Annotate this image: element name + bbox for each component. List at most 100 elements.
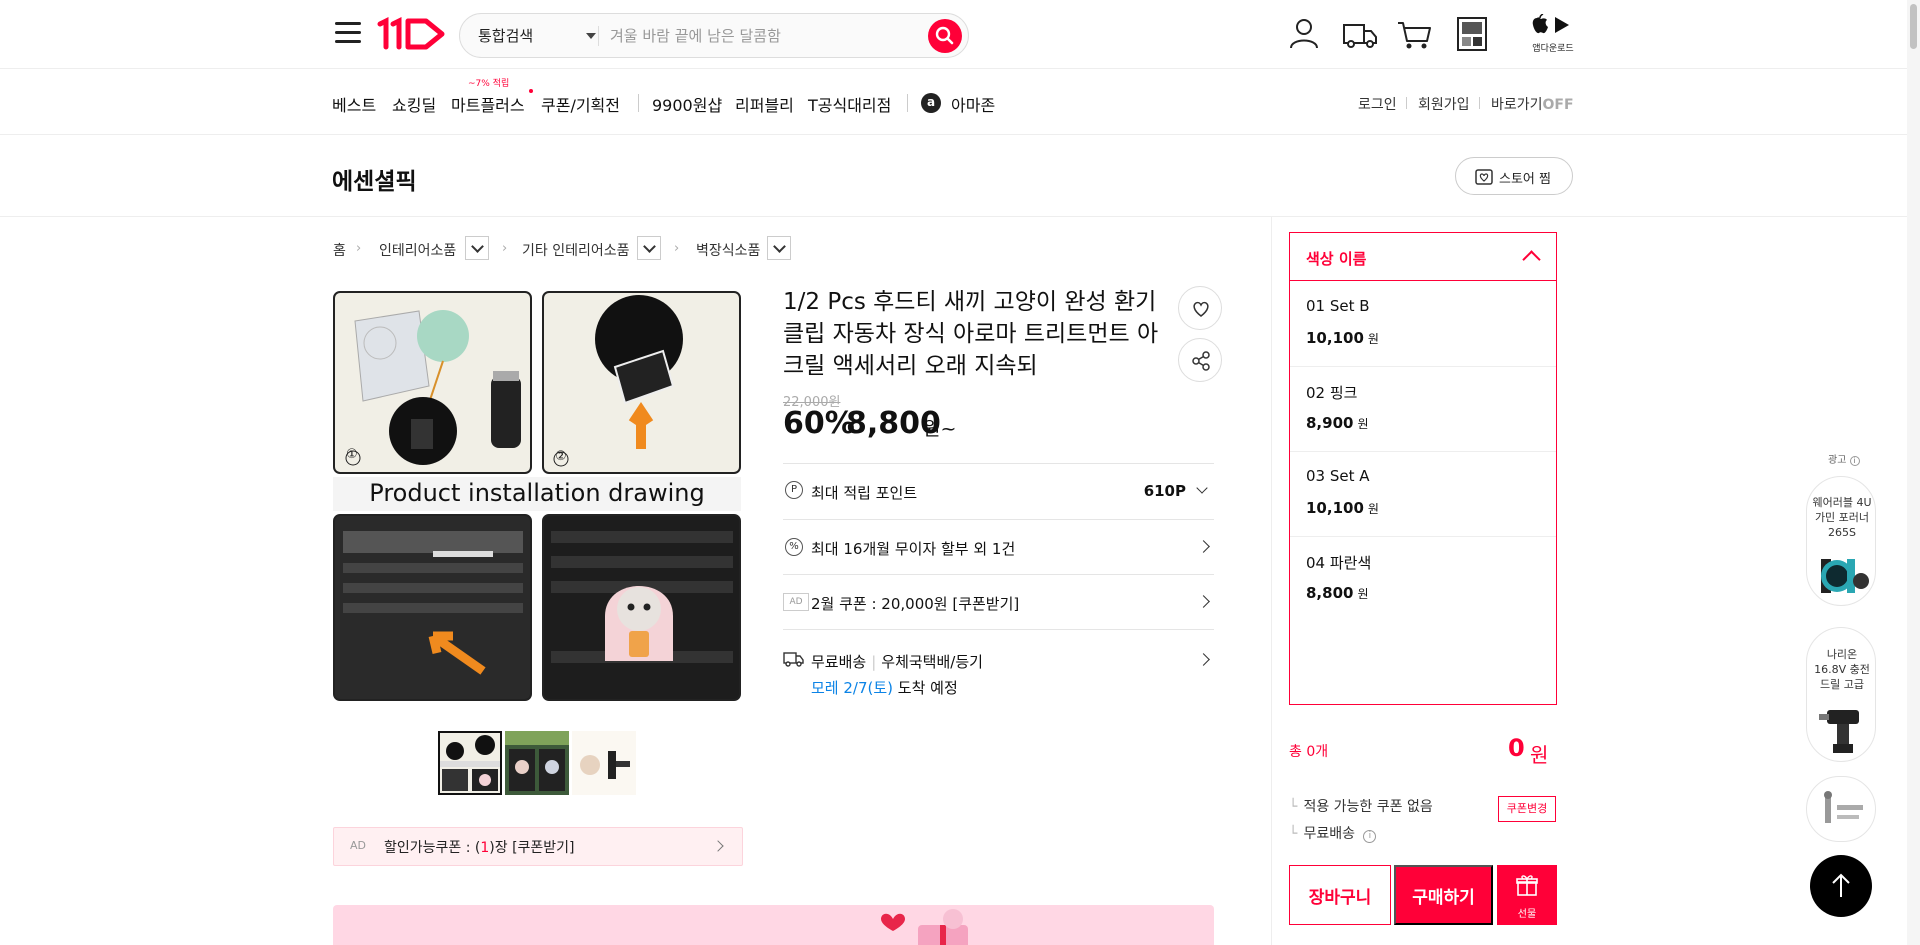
breadcrumb-category-2[interactable]: 기타 인테리어소품 bbox=[522, 240, 630, 260]
option-header-label: 색상 이름 bbox=[1306, 250, 1367, 268]
breadcrumb-dropdown-2[interactable] bbox=[637, 236, 661, 260]
option-select-header[interactable]: 색상 이름 bbox=[1290, 233, 1556, 281]
nav-refurbly[interactable]: 리퍼블리 bbox=[735, 92, 794, 116]
wishlist-button[interactable] bbox=[1178, 286, 1222, 330]
separator: | bbox=[871, 653, 877, 671]
ad-tag: AD bbox=[783, 593, 809, 611]
coupon-banner-text-1: 할인가능쿠폰 : ( bbox=[384, 840, 481, 856]
breadcrumb-separator-icon: › bbox=[356, 241, 362, 256]
points-value: 610P bbox=[1143, 482, 1186, 500]
ad-product-image bbox=[1824, 791, 1863, 823]
chevron-right-icon bbox=[1197, 595, 1210, 608]
total-price-unit: 원 bbox=[1530, 743, 1549, 767]
image-step-1: ① bbox=[346, 447, 358, 462]
nav-best[interactable]: 베스트 bbox=[332, 92, 376, 116]
chevron-down-icon bbox=[1196, 482, 1208, 494]
option-price-unit: 원 bbox=[1357, 587, 1369, 601]
store-like-button[interactable]: 스토어 찜 bbox=[1455, 157, 1573, 195]
breadcrumb-separator-icon: › bbox=[674, 241, 680, 256]
product-title: 1/2 Pcs 후드티 새끼 고양이 완성 환기 클립 자동차 장식 아로마 트… bbox=[783, 289, 1159, 379]
shortcut-toggle[interactable]: 바로가기OFF bbox=[1491, 94, 1574, 114]
delivery-truck-icon[interactable] bbox=[1340, 14, 1380, 54]
coupon-banner-text: 할인가능쿠폰 : (1)장 [쿠폰받기] bbox=[384, 837, 575, 857]
option-price-unit: 원 bbox=[1357, 417, 1369, 431]
search-icon bbox=[935, 26, 954, 45]
breadcrumb-dropdown-1[interactable] bbox=[465, 236, 489, 260]
share-button[interactable] bbox=[1178, 338, 1222, 382]
delivery-suffix: 도착 예정 bbox=[897, 679, 958, 697]
tree-connector-icon: └ bbox=[1289, 799, 1298, 815]
nav-divider bbox=[638, 94, 639, 112]
ad-card-text: 나리온 16.8V 충전 드릴 고급 bbox=[1814, 648, 1870, 691]
11st-logo[interactable] bbox=[376, 16, 448, 52]
total-count: 총 0개 bbox=[1289, 744, 1329, 760]
points-icon: P bbox=[785, 481, 803, 499]
ad-card-text: 웨어러블 4U 가민 포러너 265S bbox=[1812, 496, 1872, 539]
image-caption: Product installation drawing bbox=[369, 479, 705, 507]
coupon-change-button[interactable]: 쿠폰변경 bbox=[1498, 796, 1556, 822]
nav-9900-shop[interactable]: 9900원샵 bbox=[652, 92, 722, 116]
option-panel: 색상 이름 01 Set B 10,100 원 02 핑크 8,900 원 03 S… bbox=[1289, 232, 1557, 705]
app-store-icon[interactable] bbox=[1530, 14, 1574, 38]
thumbnail-1[interactable] bbox=[438, 731, 502, 795]
ad-card[interactable] bbox=[1806, 776, 1876, 842]
nav-mart-plus[interactable]: 마트플러스 bbox=[451, 92, 525, 116]
menu-icon[interactable] bbox=[335, 22, 361, 44]
arrow-up-icon bbox=[1832, 873, 1850, 897]
shipping-row[interactable]: 무료배송 | 우체국택배/등기 모레 2/7(토) 도착 예정 bbox=[783, 629, 1214, 705]
breadcrumb-dropdown-3[interactable] bbox=[767, 236, 791, 260]
breadcrumb-home[interactable]: 홈 bbox=[333, 240, 346, 260]
ad-card[interactable]: 나리온 16.8V 충전 드릴 고급 bbox=[1806, 627, 1876, 762]
product-main-image[interactable]: Product installation drawing ① ② bbox=[333, 291, 741, 701]
coupon-label: 2월 쿠폰 : 20,000원 [쿠폰받기] bbox=[811, 595, 1020, 613]
breadcrumb-category-1[interactable]: 인테리어소품 bbox=[379, 240, 456, 260]
signup-link[interactable]: 회원가입 bbox=[1418, 94, 1470, 114]
scroll-to-top-button[interactable] bbox=[1810, 855, 1872, 917]
info-icon[interactable]: i bbox=[1363, 830, 1377, 843]
nav-t-official[interactable]: T공식대리점 bbox=[808, 92, 891, 116]
gift-button[interactable]: 선물 bbox=[1497, 865, 1557, 925]
scrollbar-thumb[interactable] bbox=[1910, 4, 1917, 49]
my-account-icon[interactable] bbox=[1284, 14, 1324, 54]
info-icon[interactable]: i bbox=[1849, 456, 1860, 466]
nav-coupon[interactable]: 쿠폰/기획전 bbox=[541, 92, 620, 116]
installment-row[interactable]: % 최대 16개월 무이자 할부 외 1건 bbox=[783, 519, 1214, 574]
points-row[interactable]: P 최대 적립 포인트 610P bbox=[783, 463, 1214, 519]
option-price: 8,800 원 bbox=[1306, 584, 1369, 602]
option-price: 8,900 원 bbox=[1306, 414, 1369, 432]
chevron-right-icon bbox=[712, 840, 724, 852]
search-scope-select[interactable]: 통합검색 bbox=[478, 25, 596, 47]
promo-banner[interactable] bbox=[333, 905, 1214, 945]
option-name: 03 Set A bbox=[1306, 467, 1370, 485]
thumbnail-3[interactable] bbox=[572, 731, 636, 795]
option-item[interactable]: 04 파란색 8,800 원 bbox=[1290, 537, 1556, 622]
recent-viewed-icon[interactable] bbox=[1452, 14, 1492, 54]
buy-now-button[interactable]: 구매하기 bbox=[1394, 865, 1493, 925]
login-link[interactable]: 로그인 bbox=[1358, 94, 1397, 114]
search-input[interactable] bbox=[610, 23, 900, 49]
coupon-banner-text-2: )장 [쿠폰받기] bbox=[489, 840, 575, 856]
option-item[interactable]: 02 핑크 8,900 원 bbox=[1290, 367, 1556, 452]
store-like-label: 스토어 찜 bbox=[1499, 172, 1551, 187]
ad-card[interactable]: 웨어러블 4U 가민 포러너 265S bbox=[1806, 476, 1876, 606]
option-price-value: 10,100 bbox=[1306, 499, 1364, 517]
nav-amazon[interactable]: 아마존 bbox=[951, 92, 995, 116]
shortcut-label: 바로가기 bbox=[1491, 97, 1543, 113]
store-name[interactable]: 에센셜픽 bbox=[332, 162, 417, 196]
coupon-row[interactable]: AD 2월 쿠폰 : 20,000원 [쿠폰받기] bbox=[783, 574, 1214, 629]
thumbnail-2[interactable] bbox=[505, 731, 569, 795]
breadcrumb-category-3[interactable]: 벽장식소품 bbox=[696, 240, 760, 260]
page-scrollbar[interactable] bbox=[1907, 0, 1920, 945]
option-price-value: 10,100 bbox=[1306, 329, 1364, 347]
nav-shocking-deal[interactable]: 쇼킹딜 bbox=[392, 92, 436, 116]
option-item[interactable]: 01 Set B 10,100 원 bbox=[1290, 282, 1556, 367]
discount-coupon-banner[interactable]: AD 할인가능쿠폰 : (1)장 [쿠폰받기] bbox=[333, 827, 743, 866]
add-to-cart-button[interactable]: 장바구니 bbox=[1289, 865, 1391, 925]
app-download-label[interactable]: 앱다운로드 bbox=[1528, 41, 1578, 54]
option-name: 04 파란색 bbox=[1306, 554, 1372, 572]
cart-icon[interactable] bbox=[1395, 14, 1435, 54]
search-button[interactable] bbox=[928, 19, 962, 53]
option-name: 01 Set B bbox=[1306, 297, 1370, 315]
option-item[interactable]: 03 Set A 10,100 원 bbox=[1290, 452, 1556, 537]
top-header: 통합검색 앱다운로드 bbox=[0, 0, 1920, 69]
